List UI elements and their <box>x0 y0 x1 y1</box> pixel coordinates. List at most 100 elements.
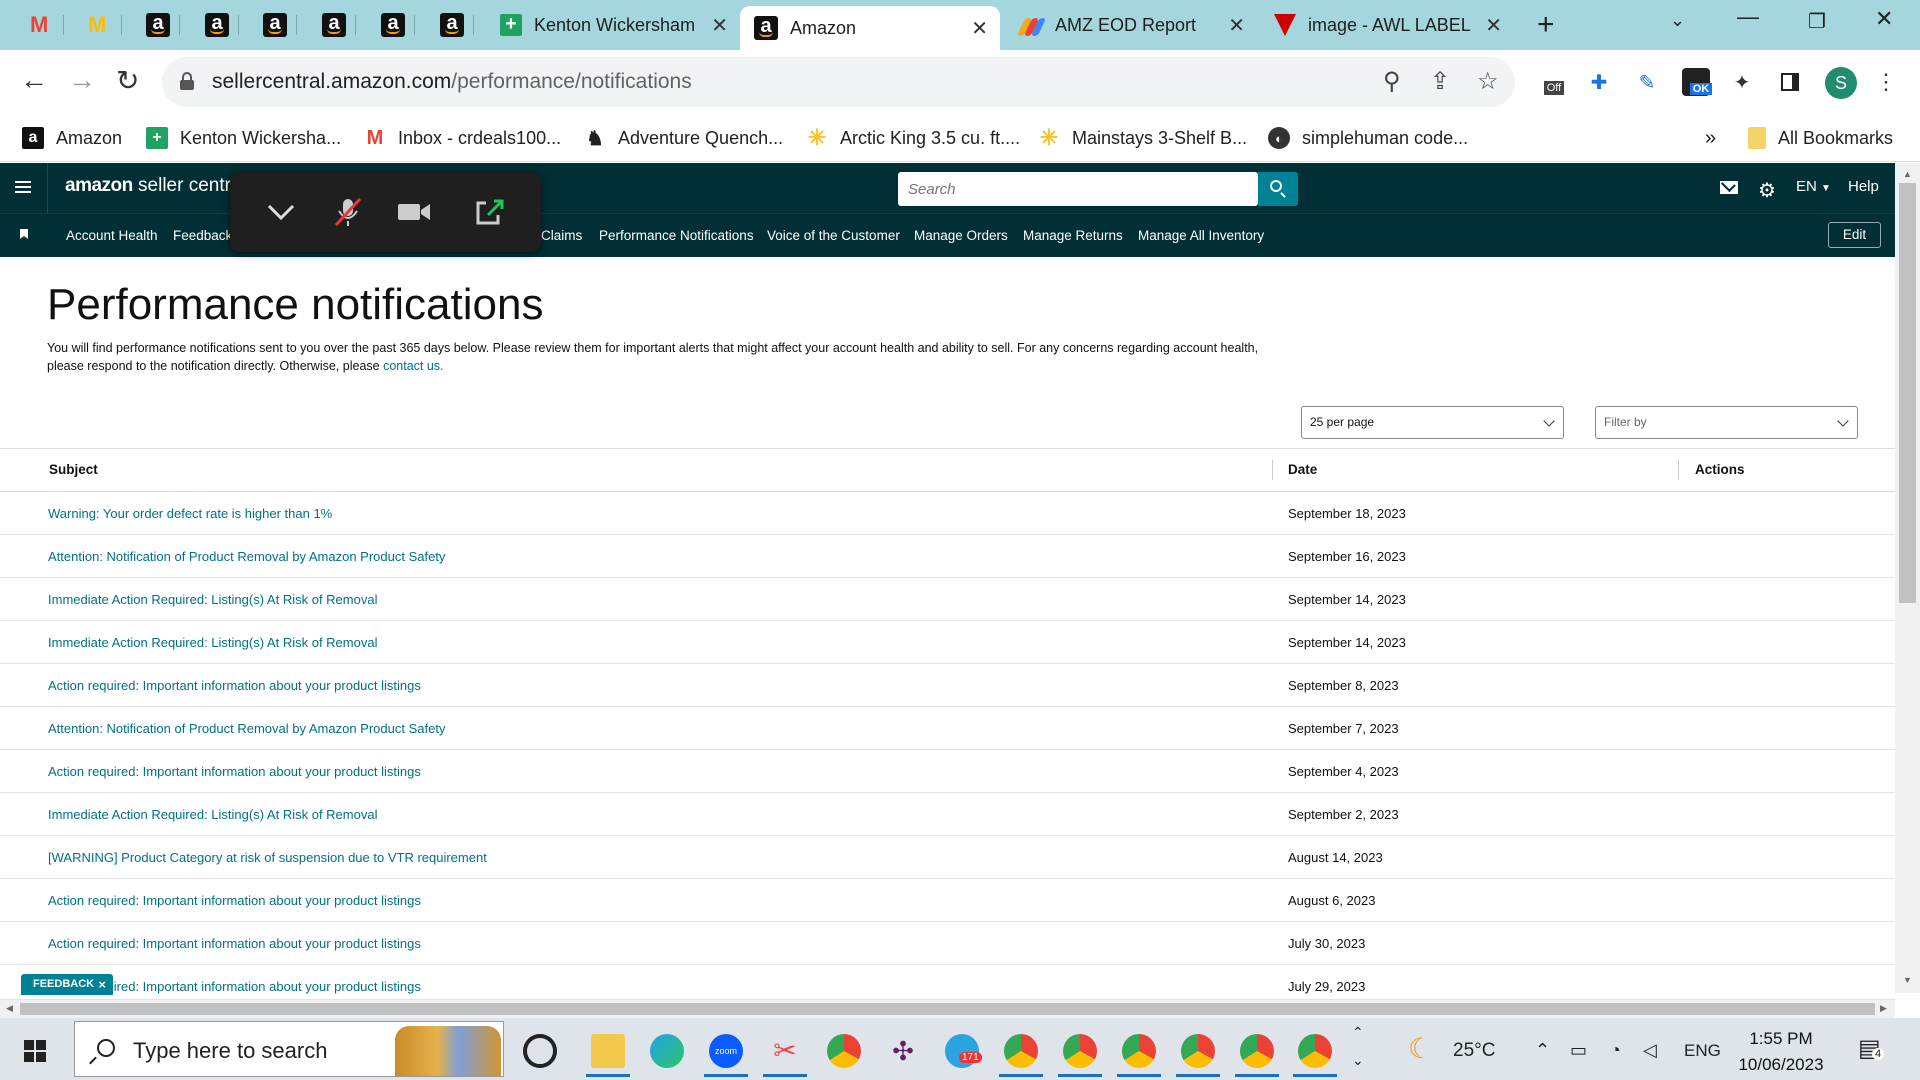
notification-center-icon[interactable]: ▤ 4 <box>1858 1034 1885 1063</box>
lock-icon[interactable] <box>180 72 194 90</box>
scroll-left-icon[interactable]: ◀ <box>6 1003 13 1014</box>
nav-manage-all-inventory[interactable]: Manage All Inventory <box>1138 228 1264 243</box>
nav-claims[interactable]: Claims <box>541 228 582 243</box>
scroll-right-icon[interactable]: ▶ <box>1880 1003 1887 1014</box>
pinned-tab-amazon[interactable]: a <box>430 7 474 43</box>
pinned-tab-gmail[interactable]: M <box>20 7 64 43</box>
notification-subject-link[interactable]: Action required: Important information a… <box>48 764 421 779</box>
share-icon[interactable]: ⇪ <box>1430 67 1450 96</box>
tab-amz-eod-report[interactable]: AMZ EOD Report ✕ <box>1003 7 1257 43</box>
bookmark-item[interactable]: a Amazon <box>22 124 122 152</box>
pinned-tab-amazon[interactable]: a <box>312 7 356 43</box>
edit-nav-button[interactable]: Edit <box>1828 222 1881 248</box>
weather-temperature[interactable]: 25°C <box>1453 1040 1495 1062</box>
vertical-scroll-thumb[interactable] <box>1899 183 1916 603</box>
url-text[interactable]: sellercentral.amazon.com/performance/not… <box>212 70 692 94</box>
column-header-date[interactable]: Date <box>1288 462 1317 477</box>
bookmark-item[interactable]: ♞ Adventure Quench... <box>584 124 783 152</box>
nav-voice-of-customer[interactable]: Voice of the Customer <box>767 228 900 243</box>
zoom-app-icon[interactable]: zoom <box>709 1034 743 1068</box>
nav-manage-returns[interactable]: Manage Returns <box>1023 228 1123 243</box>
chrome-icon[interactable] <box>827 1034 861 1068</box>
video-camera-icon[interactable] <box>396 195 432 229</box>
notification-subject-link[interactable]: Immediate Action Required: Listing(s) At… <box>48 592 377 607</box>
filter-by-select[interactable]: Filter by <box>1595 406 1858 439</box>
pinned-tab-gmail[interactable]: M <box>78 7 122 43</box>
bookmark-item[interactable]: ✳ Arctic King 3.5 cu. ft.... <box>806 124 1020 152</box>
chrome-profile-icon[interactable] <box>1122 1034 1156 1068</box>
per-page-select[interactable]: 25 per page <box>1301 406 1564 439</box>
tab-amazon[interactable]: a Amazon ✕ <box>740 6 1000 50</box>
zoom-icon[interactable]: ⚲ <box>1383 67 1401 96</box>
close-icon[interactable]: ✕ <box>1485 13 1502 38</box>
windows-start-icon[interactable] <box>24 1040 46 1062</box>
pinned-tab-amazon[interactable]: a <box>371 7 415 43</box>
hamburger-menu-icon[interactable] <box>15 181 31 193</box>
pinned-tab-amazon[interactable]: a <box>253 7 297 43</box>
restore-button[interactable]: ❐ <box>1808 9 1826 34</box>
taskbar-scroll-up-icon[interactable]: ⌃ <box>1352 1024 1364 1041</box>
taskbar-clock[interactable]: 1:55 PM 10/06/2023 <box>1736 1026 1826 1078</box>
notification-subject-link[interactable]: Action required: Important information a… <box>48 936 421 951</box>
profile-avatar[interactable]: S <box>1825 67 1857 99</box>
chrome-profile-icon[interactable] <box>1240 1034 1274 1068</box>
pinned-tab-amazon[interactable]: a <box>195 7 239 43</box>
bookmark-item[interactable]: + Kenton Wickersha... <box>146 124 341 152</box>
bookmark-item[interactable]: ✳ Mainstays 3-Shelf B... <box>1038 124 1247 152</box>
horizontal-scroll-thumb[interactable] <box>20 1003 1875 1015</box>
nav-performance-notifications[interactable]: Performance Notifications <box>599 228 754 243</box>
nav-account-health[interactable]: Account Health <box>66 228 158 243</box>
notification-subject-link[interactable]: Action required: Important information a… <box>48 678 421 693</box>
chrome-menu-icon[interactable]: ⋮ <box>1872 68 1900 96</box>
extension-pencil-icon[interactable]: ✎ <box>1633 68 1661 96</box>
bookmark-item[interactable]: ◐ simplehuman code... <box>1268 124 1468 152</box>
feedback-button[interactable]: FEEDBACK × <box>21 974 113 995</box>
weather-moon-icon[interactable]: ☾ <box>1408 1032 1433 1065</box>
close-window-button[interactable]: ✕ <box>1875 6 1893 32</box>
edge-icon[interactable] <box>650 1034 684 1068</box>
taskbar-scroll-down-icon[interactable]: ⌄ <box>1352 1052 1364 1069</box>
file-explorer-icon[interactable] <box>591 1034 625 1068</box>
seller-search-input[interactable] <box>898 172 1258 206</box>
notification-subject-link[interactable]: Immediate Action Required: Listing(s) At… <box>48 635 377 650</box>
chrome-profile-icon[interactable] <box>1004 1034 1038 1068</box>
tab-kenton-wickersham[interactable]: + Kenton Wickersham ✕ <box>486 7 740 43</box>
close-icon[interactable]: ✕ <box>971 16 988 41</box>
pinned-tab-amazon[interactable]: a <box>136 7 180 43</box>
share-screen-icon[interactable] <box>472 195 508 229</box>
tab-image-awl-label[interactable]: image - AWL LABEL ✕ <box>1260 7 1514 43</box>
chrome-profile-icon[interactable] <box>1298 1034 1332 1068</box>
tab-search-icon[interactable]: ⌄ <box>1670 10 1685 31</box>
gear-icon[interactable]: ⚙ <box>1758 178 1776 203</box>
tray-chevron-up-icon[interactable]: ⌃ <box>1535 1040 1550 1061</box>
chrome-profile-icon[interactable] <box>1063 1034 1097 1068</box>
extension-ok-icon[interactable]: OK <box>1682 68 1713 96</box>
bookmark-item[interactable]: M Inbox - crdeals100... <box>364 124 561 152</box>
minimize-button[interactable]: — <box>1737 4 1759 30</box>
back-button[interactable]: ← <box>20 64 48 96</box>
scroll-down-icon[interactable]: ▼ <box>1903 975 1912 985</box>
mail-icon[interactable] <box>1720 181 1738 194</box>
seller-central-logo[interactable]: amazon seller central <box>65 175 246 197</box>
battery-icon[interactable]: ▭ <box>1570 1040 1587 1061</box>
volume-icon[interactable]: ◁ <box>1643 1040 1657 1061</box>
notification-subject-link[interactable]: Warning: Your order defect rate is highe… <box>48 506 332 521</box>
seller-search-button[interactable] <box>1258 172 1298 206</box>
extension-gamepad-icon[interactable]: ✚ <box>1585 68 1613 96</box>
reload-button[interactable]: ↻ <box>116 64 139 97</box>
close-icon[interactable]: ✕ <box>711 13 728 38</box>
side-panel-icon[interactable] <box>1776 68 1804 96</box>
extension-off-icon[interactable]: Off <box>1540 68 1568 96</box>
help-link[interactable]: Help <box>1848 178 1879 195</box>
notification-subject-link[interactable]: Immediate Action Required: Listing(s) At… <box>48 807 377 822</box>
contact-us-link[interactable]: contact us. <box>383 359 443 373</box>
close-icon[interactable]: ✕ <box>1228 13 1245 38</box>
all-bookmarks-button[interactable]: All Bookmarks <box>1748 124 1893 152</box>
notification-subject-link[interactable]: Action required: Important information a… <box>48 893 421 908</box>
nav-feedback[interactable]: Feedback <box>173 228 232 243</box>
slack-icon[interactable]: ✣ <box>886 1034 920 1068</box>
scroll-up-icon[interactable]: ▲ <box>1903 169 1912 179</box>
forward-button[interactable]: → <box>68 64 96 96</box>
microphone-muted-icon[interactable] <box>330 195 366 229</box>
notification-subject-link[interactable]: Attention: Notification of Product Remov… <box>48 549 445 564</box>
